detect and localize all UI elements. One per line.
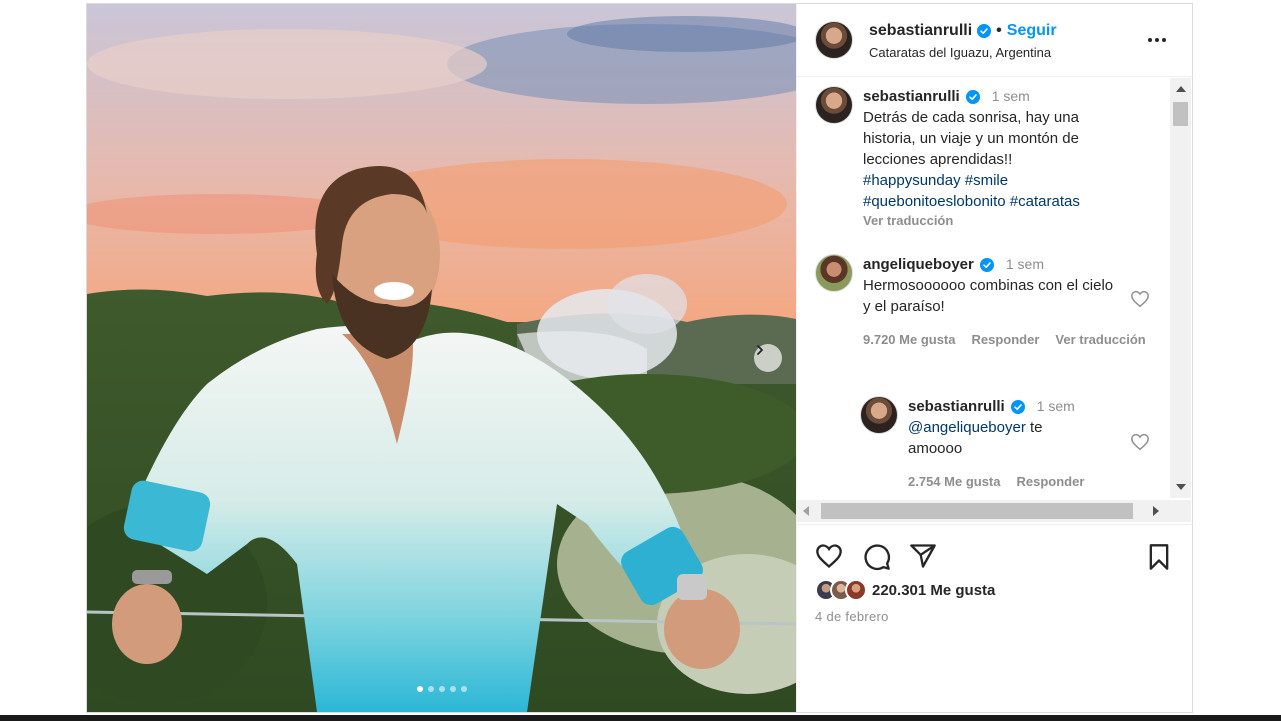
like-heart-icon[interactable] [815,543,843,569]
author-username[interactable]: sebastianrulli [869,22,972,40]
caption-text: Detrás de cada sonrisa, hay una historia… [863,109,1079,168]
author-line: sebastianrulli • Seguir [869,22,1057,40]
separator-bullet: • [996,22,1002,39]
carousel-dot [450,686,456,692]
see-translation-link[interactable]: Ver traducción [1055,329,1145,350]
commenter-avatar[interactable] [815,254,853,292]
post-actions: 220.301 Me gusta 4 de febrero [797,524,1193,712]
post-header: sebastianrulli • Seguir Cataratas del Ig… [797,4,1193,77]
carousel-dot [461,686,467,692]
verified-badge-icon [979,257,994,272]
post-location[interactable]: Cataratas del Iguazu, Argentina [869,45,1051,60]
save-bookmark-icon[interactable] [1147,543,1171,571]
vertical-scrollbar[interactable] [1170,78,1191,498]
verified-badge-icon [965,89,980,104]
likes-count[interactable]: 220.301 Me gusta [872,582,995,599]
verified-badge-icon [1010,399,1025,414]
post-date[interactable]: 4 de febrero [815,609,889,624]
caption-time[interactable]: 1 sem [992,86,1030,107]
caption-author-avatar[interactable] [815,86,853,124]
scroll-down-arrow-icon[interactable] [1176,484,1186,490]
comment-time[interactable]: 1 sem [1037,396,1075,417]
caption-hashtags[interactable]: #happysunday #smile [863,170,1163,191]
comments-list[interactable]: sebastianrulli 1 sem Detrás de cada sonr… [797,78,1169,498]
scroll-right-arrow-icon[interactable] [1153,506,1159,516]
post-photo[interactable] [87,4,796,712]
instagram-post-modal: sebastianrulli • Seguir Cataratas del Ig… [86,3,1193,713]
carousel-dot [439,686,445,692]
bottom-divider [0,715,1281,721]
verified-badge-icon [977,24,992,38]
comment-like-heart-icon[interactable] [1130,433,1150,451]
reply-button[interactable]: Responder [972,329,1040,350]
more-options-icon[interactable] [1148,38,1172,46]
reply-button[interactable]: Responder [1017,471,1085,492]
carousel-dot [417,686,423,692]
liker-avatar [845,579,867,601]
post-side-panel: sebastianrulli • Seguir Cataratas del Ig… [796,4,1193,712]
chevron-right-icon [757,345,763,355]
scrollbar-thumb[interactable] [1173,102,1188,126]
comment-time[interactable]: 1 sem [1006,254,1044,275]
caption-author[interactable]: sebastianrulli [863,86,960,107]
comment-mention[interactable]: @angeliqueboyer [908,419,1026,436]
comment-like-count[interactable]: 2.754 Me gusta [908,471,1001,492]
share-send-icon[interactable] [909,543,937,569]
carousel-indicators [417,686,467,692]
comment-bubble-icon[interactable] [863,543,891,571]
scroll-left-arrow-icon[interactable] [803,506,809,516]
comment-author[interactable]: angeliqueboyer [863,254,974,275]
follow-button[interactable]: Seguir [1007,22,1057,40]
likes-summary[interactable]: 220.301 Me gusta [815,579,995,601]
caption-hashtags[interactable]: #quebonitoeslobonito #cataratas [863,191,1163,212]
author-avatar[interactable] [815,21,853,59]
carousel-next-button[interactable] [754,344,782,372]
see-translation-link[interactable]: Ver traducción [863,212,1163,230]
comment-like-count[interactable]: 9.720 Me gusta [863,329,956,350]
comment-like-heart-icon[interactable] [1130,290,1150,308]
scrollbar-thumb[interactable] [821,503,1133,519]
scroll-up-arrow-icon[interactable] [1176,86,1186,92]
comment-author[interactable]: sebastianrulli [908,396,1005,417]
comment-text-wrap: @angeliqueboyer te amoooo [908,417,1078,459]
photo-illustration [87,4,796,712]
carousel-dot [428,686,434,692]
commenter-avatar[interactable] [860,396,898,434]
comment-text: Hermosoooooo combinas con el cielo y el … [863,277,1114,315]
horizontal-scrollbar[interactable] [797,500,1191,522]
